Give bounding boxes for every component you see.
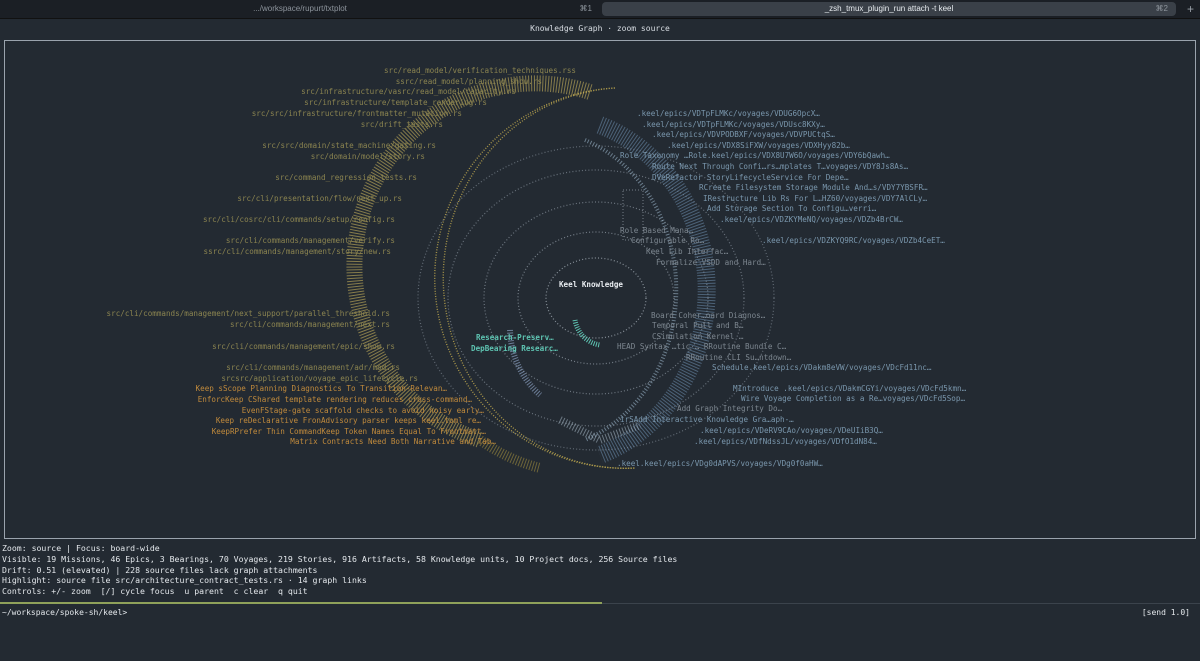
voyage-label: Schedule.keel/epics/VDakm8eVW/voyages/VD…: [712, 363, 932, 372]
source-file-label: src/cli/commands/management/verify.rs: [226, 236, 395, 245]
voyage-label: HEAD Syntax …tic … RRoutine Bundle C…: [617, 342, 787, 351]
status-controls: Controls: +/- zoom [/] cycle focus u par…: [2, 586, 308, 597]
source-file-label: src/cli/presentation/flow/next_up.rs: [237, 194, 402, 203]
voyage-label: .keel/epics/VDTpFLMKc/voyages/VDUsc8KXy…: [642, 120, 825, 129]
source-file-label: src/cli/commands/management/next_support…: [107, 309, 390, 318]
source-file-label: ssrc/cli/commands/management/story/new.r…: [204, 247, 391, 256]
send-indicator: [send 1.0]: [1141, 608, 1190, 617]
source-file-label: src/src/domain/state_machine/gating.rs: [262, 141, 436, 150]
source-file-label: Keep sScope Planning Diagnostics To Tran…: [196, 384, 448, 393]
source-file-label: ssrc/read_model/planning_show.rs: [396, 77, 542, 86]
source-file-label: src/read_model/verification_techniques.r…: [384, 66, 576, 75]
graph-ring: [447, 169, 745, 427]
voyage-label: .keel.keel/epics/VDg0dAPVS/voyages/VDg0f…: [617, 459, 823, 468]
active-pane-indicator: [0, 602, 602, 604]
voyage-label: DVeRefactor StoryLifecycleService For De…: [652, 173, 849, 182]
source-file-label: EnforcKeep CShared template rendering re…: [198, 395, 473, 404]
voyage-label: MIntroduce .keel/epics/VDakmCGYi/voyages…: [733, 384, 967, 393]
voyage-label: .keel/epics/VDeRV9CAo/voyages/VDeUIiB3Q…: [700, 426, 883, 435]
source-file-label: src/infrastructure/vasrc/read_model/capa…: [301, 87, 516, 96]
voyage-label: Board Coher…oard Diagnos…: [651, 311, 766, 320]
voyage-label: Configurable Ro…: [631, 236, 705, 245]
voyage-label: Keel Lib Interfac…: [646, 247, 729, 256]
status-area: Zoom: source | Focus: board-wide Visible…: [2, 543, 677, 597]
source-file-label: src/cli/cosrc/cli/commands/setup/config.…: [203, 215, 395, 224]
status-visible: Visible: 19 Missions, 46 Epics, 3 Bearin…: [2, 553, 678, 564]
graph-ring: [545, 257, 647, 339]
source-file-label: Keep reDeclarative FronAdvisory parser k…: [216, 416, 482, 425]
voyage-label: Role Taxonomy …Role.keel/epics/VDX8U7W6O…: [620, 151, 890, 160]
source-file-label: src/infrastructure/template_rendering.rs: [304, 98, 487, 107]
highlight-arc: [572, 319, 601, 348]
voyage-label: Formalize VSDD and Hard…: [656, 258, 766, 267]
status-zoom: Zoom: source | Focus: board-wide: [2, 543, 160, 553]
voyage-label: RRoutine CLI Su…ntdown…: [686, 353, 792, 362]
voyage-label: .keel/epics/VDfNdssJL/voyages/VDfO1dN84…: [694, 437, 877, 446]
voyage-label: Temporal Pull and B…: [652, 321, 744, 330]
source-file-label: KeepRPrefer Thin CommandKeep Token Names…: [212, 427, 487, 436]
source-file-label: src/domain/model/story.rs: [311, 152, 425, 161]
center-node-label: Keel Knowledge: [559, 280, 623, 289]
voyage-label: .keel/epics/VDVPODBXF/voyages/VDVPUCtqS…: [652, 130, 835, 139]
source-file-label: srcsrc/application/voyage_epic_lifecycle…: [221, 374, 418, 383]
voyage-label: .keel/epics/VDZKYQ9RC/voyages/VDZb4CeET…: [762, 236, 945, 245]
highlight-node-label: DepBearing Researc…: [471, 344, 558, 353]
voyage-label: .keel/epics/VDZKYMeNQ/voyages/VDZb4BrCW…: [720, 215, 903, 224]
voyage-label: Route Next Through Confi…rs…mplates T…vo…: [652, 162, 908, 171]
voyage-label: irSAdd Interactive Knowledge Gra…aph-…: [620, 415, 794, 424]
voyage-label: CSimulation Kernel …: [652, 332, 744, 341]
source-file-label: src/drift_tests.rs: [361, 120, 443, 129]
source-file-label: EvenFStage-gate scaffold checks to avoid…: [242, 406, 485, 415]
source-file-label: src/cli/commands/management/epic/show.rs: [212, 342, 395, 351]
shell-prompt[interactable]: ~/workspace/spoke-sh/keel>: [2, 608, 127, 617]
voyage-label: .keel/epics/VDTpFLMKc/voyages/VDUG6OpcX…: [637, 109, 820, 118]
source-file-label: src/command_regression_tests.rs: [275, 173, 417, 182]
voyage-label: Wire Voyage Completion as a Re…voyages/V…: [741, 394, 965, 403]
source-file-label: src/cli/commands/management/adr/mod.rs: [226, 363, 400, 372]
voyage-label: RCreate Filesystem Storage Module And…s/…: [699, 183, 928, 192]
status-drift: Drift: 0.51 (elevated) | 228 source file…: [2, 564, 318, 575]
voyage-label: .keel/epics/VDX8SiFXW/voyages/VDXHyy82b…: [667, 141, 850, 150]
highlight-node-label: Research-Preserv…: [476, 333, 554, 342]
source-file-label: src/src/infrastructure/frontmatter_mutat…: [252, 109, 462, 118]
voyage-label: Add Graph Integrity Do…: [677, 404, 783, 413]
voyage-arc-inner: [584, 138, 679, 442]
source-file-label: Matrix Contracts Need Both Narrative and…: [290, 437, 496, 446]
voyage-label: Role Based Mana…: [620, 226, 694, 235]
source-file-label: src/cli/commands/management/next.rs: [230, 320, 390, 329]
voyage-label: Add Storage Section To Configu…verri…: [707, 204, 877, 213]
voyage-label: IRestructure Lib Rs For L…HZ60/voyages/V…: [703, 194, 927, 203]
status-highlight: Highlight: source file src/architecture_…: [2, 575, 367, 586]
